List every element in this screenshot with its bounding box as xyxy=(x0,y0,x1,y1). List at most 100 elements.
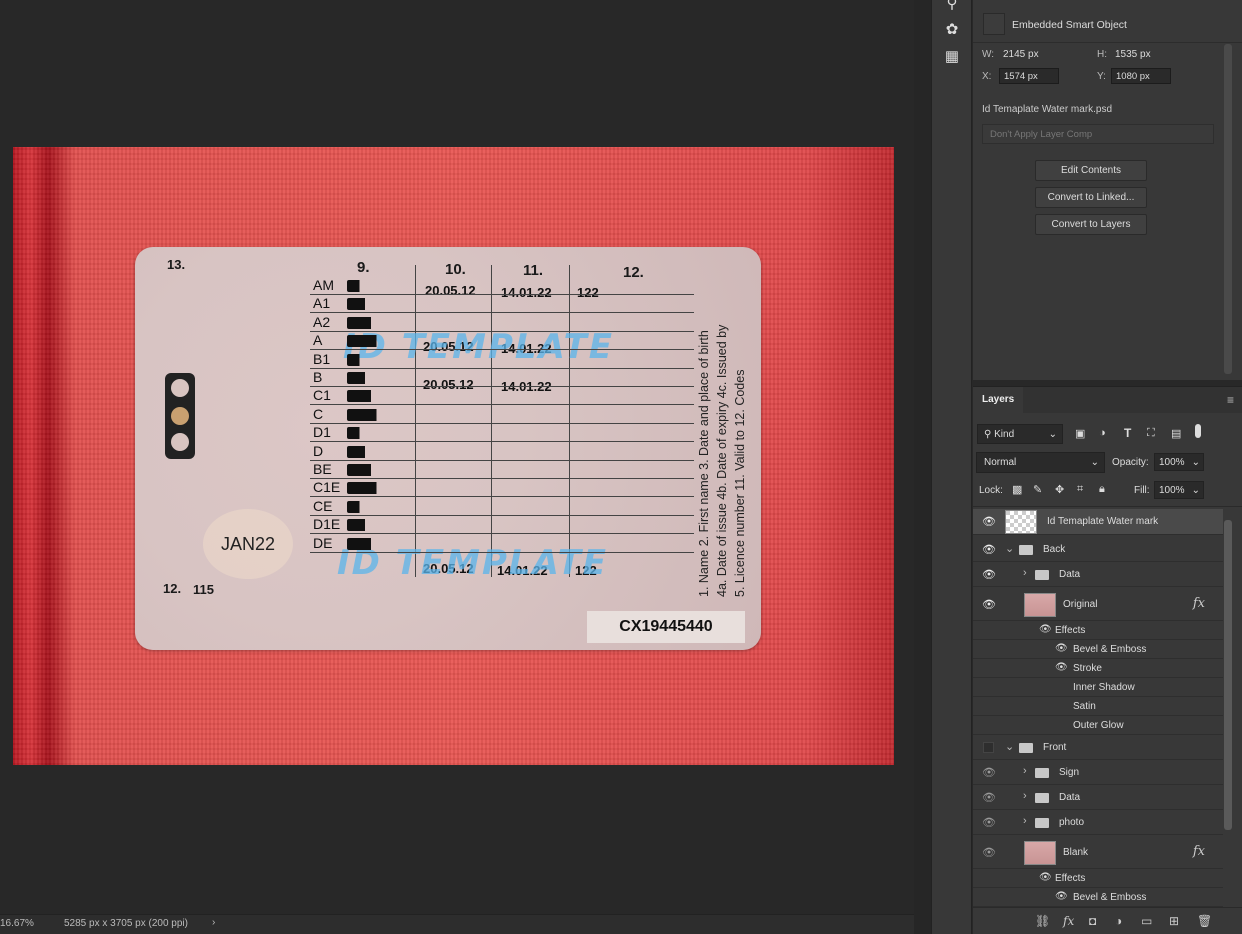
layer-row[interactable]: 👁︎ Stroke xyxy=(973,659,1223,678)
swatches-icon[interactable]: ✿ xyxy=(942,20,962,40)
eye-icon[interactable]: 👁︎ xyxy=(982,846,996,859)
field-12-label: 12. xyxy=(163,581,182,596)
layers-footer: ⛓ fx ◘ ◑ ▭ ⊞ 🗑︎ xyxy=(973,907,1242,934)
zoom-level[interactable]: 16.67% xyxy=(0,918,44,929)
type-filter-icon[interactable]: T xyxy=(1124,426,1131,440)
height-value: 1535 px xyxy=(1115,49,1151,60)
layer-row[interactable]: Outer Glow xyxy=(973,716,1223,735)
layer-row[interactable]: 👁︎ › Sign xyxy=(973,760,1223,785)
grid-line xyxy=(310,496,694,498)
chevron-right-icon[interactable]: › xyxy=(1023,815,1027,827)
vehicle-icon xyxy=(347,427,365,440)
layer-name: Bevel & Emboss xyxy=(1073,643,1147,655)
pixel-filter-icon[interactable]: ▣ xyxy=(1075,427,1085,440)
chevron-down-icon[interactable]: ⌄ xyxy=(1005,740,1014,753)
convert-to-layers-button[interactable]: Convert to Layers xyxy=(1035,214,1147,235)
shape-filter-icon[interactable]: ⛶ xyxy=(1147,427,1155,440)
grid-line xyxy=(310,478,694,479)
lock-transparency-icon[interactable]: ▩ xyxy=(1012,483,1022,496)
eye-icon[interactable]: 👁︎ xyxy=(982,568,996,581)
eye-icon[interactable]: 👁︎ xyxy=(1055,662,1068,673)
filter-kind-select[interactable]: ⚲ Kind ⌄ xyxy=(977,424,1063,444)
trash-icon[interactable]: 🗑︎ xyxy=(1197,914,1212,928)
fill-value: 100% xyxy=(1159,485,1185,496)
fx-icon[interactable]: fx xyxy=(1063,914,1074,928)
link-layers-icon[interactable]: ⛓ xyxy=(1035,914,1050,928)
document-image[interactable]: 13. 9. 10. 11. 12. 20.05.12 14.01.22 122… xyxy=(13,147,894,765)
col-12-header: 12. xyxy=(623,264,644,281)
licence-category: A1 xyxy=(313,295,331,312)
layer-row[interactable]: 👁︎ Effects xyxy=(973,621,1223,640)
eye-icon[interactable]: 👁︎ xyxy=(1039,624,1052,635)
layer-row[interactable]: 👁︎ Bevel & Emboss xyxy=(973,640,1223,659)
layer-row[interactable]: 👁︎ › Data xyxy=(973,562,1223,587)
lock-pixels-icon[interactable]: ✎ xyxy=(1033,483,1042,496)
eye-icon[interactable]: 👁︎ xyxy=(982,816,996,829)
layer-row[interactable]: Satin xyxy=(973,697,1223,716)
fx-icon[interactable]: fx xyxy=(1193,844,1205,859)
grid-line xyxy=(310,386,694,387)
properties-scrollbar[interactable] xyxy=(1224,44,1232,374)
chevron-right-icon[interactable]: › xyxy=(1023,567,1027,579)
chevron-right-icon[interactable]: › xyxy=(1023,790,1027,802)
grid-line xyxy=(310,367,694,369)
document-info[interactable]: 5285 px x 3705 px (200 ppi) xyxy=(64,918,188,929)
layer-row[interactable]: 👁︎ Blank fx xyxy=(973,837,1223,869)
eye-icon[interactable]: 👁︎ xyxy=(982,791,996,804)
eye-icon[interactable]: 👁︎ xyxy=(982,543,996,556)
eye-icon[interactable]: 👁︎ xyxy=(982,766,996,779)
new-adjustment-icon[interactable]: ◑ xyxy=(1115,914,1122,928)
adjustments-icon[interactable]: ⚲ xyxy=(942,0,962,14)
eye-icon[interactable]: 👁︎ xyxy=(982,598,996,611)
layer-row[interactable]: Inner Shadow xyxy=(973,678,1223,697)
filter-kind-label: Kind xyxy=(994,429,1015,440)
grid-icon[interactable]: ▦ xyxy=(942,47,962,67)
properties-panel: Embedded Smart Object W: 2145 px H: 1535… xyxy=(973,0,1242,380)
layer-row[interactable]: 👁︎ Id Temaplate Water mark xyxy=(973,509,1223,535)
status-menu-arrow[interactable]: › xyxy=(212,917,215,928)
lock-label: Lock: xyxy=(979,485,1003,496)
layer-row[interactable]: ⌄ Front xyxy=(973,735,1223,760)
add-mask-icon[interactable]: ◘ xyxy=(1089,914,1096,928)
fill-field[interactable]: 100% ⌄ xyxy=(1154,481,1204,499)
eye-icon[interactable]: 👁︎ xyxy=(1039,872,1052,883)
layers-scrollbar[interactable] xyxy=(1224,520,1232,830)
field-13-label: 13. xyxy=(167,257,186,272)
lock-all-icon[interactable]: 🔒︎ xyxy=(1099,483,1105,496)
eye-icon[interactable]: 👁︎ xyxy=(1055,643,1068,654)
visibility-toggle[interactable] xyxy=(983,741,994,753)
layer-row[interactable]: 👁︎ Effects xyxy=(973,869,1223,888)
grid-line xyxy=(310,533,694,535)
panel-menu-icon[interactable]: ≡ xyxy=(1227,393,1234,407)
fx-icon[interactable]: fx xyxy=(1193,596,1205,611)
layer-row[interactable]: 👁︎ Original fx xyxy=(973,589,1223,621)
adjustment-filter-icon[interactable]: ◑ xyxy=(1099,427,1106,439)
eye-icon[interactable]: 👁︎ xyxy=(1055,891,1068,902)
chevron-right-icon[interactable]: › xyxy=(1023,765,1027,777)
lock-artboard-icon[interactable]: ⌗ xyxy=(1077,483,1083,496)
linked-filename: Id Temaplate Water mark.psd xyxy=(982,104,1113,115)
x-field[interactable]: 1574 px xyxy=(999,68,1059,84)
lock-position-icon[interactable]: ✥ xyxy=(1055,483,1064,496)
eye-icon[interactable]: 👁︎ xyxy=(982,515,996,528)
layer-row[interactable]: 👁︎ ⌄ Back xyxy=(973,537,1223,562)
filter-toggle[interactable] xyxy=(1195,424,1201,438)
chevron-down-icon[interactable]: ⌄ xyxy=(1005,542,1014,555)
new-group-icon[interactable]: ▭ xyxy=(1141,914,1152,928)
edit-contents-button[interactable]: Edit Contents xyxy=(1035,160,1147,181)
convert-to-linked-button[interactable]: Convert to Linked... xyxy=(1035,187,1147,208)
layer-row[interactable]: 👁︎ › Data xyxy=(973,785,1223,810)
chevron-down-icon: ⌄ xyxy=(1090,457,1099,468)
y-field[interactable]: 1080 px xyxy=(1111,68,1171,84)
document-canvas-area[interactable]: 13. 9. 10. 11. 12. 20.05.12 14.01.22 122… xyxy=(0,0,914,914)
new-layer-icon[interactable]: ⊞ xyxy=(1169,914,1179,928)
layer-row[interactable]: 👁︎ Bevel & Emboss xyxy=(973,888,1223,907)
tab-layers[interactable]: Layers xyxy=(973,387,1024,413)
licence-category: A xyxy=(313,332,323,349)
opacity-field[interactable]: 100% ⌄ xyxy=(1154,453,1204,471)
layer-comp-select[interactable]: Don't Apply Layer Comp xyxy=(982,124,1214,144)
layer-name: Effects xyxy=(1055,872,1086,884)
layer-row[interactable]: 👁︎ › photo xyxy=(973,810,1223,835)
smart-object-filter-icon[interactable]: ▤ xyxy=(1171,427,1181,440)
blend-mode-select[interactable]: Normal ⌄ xyxy=(976,452,1105,473)
